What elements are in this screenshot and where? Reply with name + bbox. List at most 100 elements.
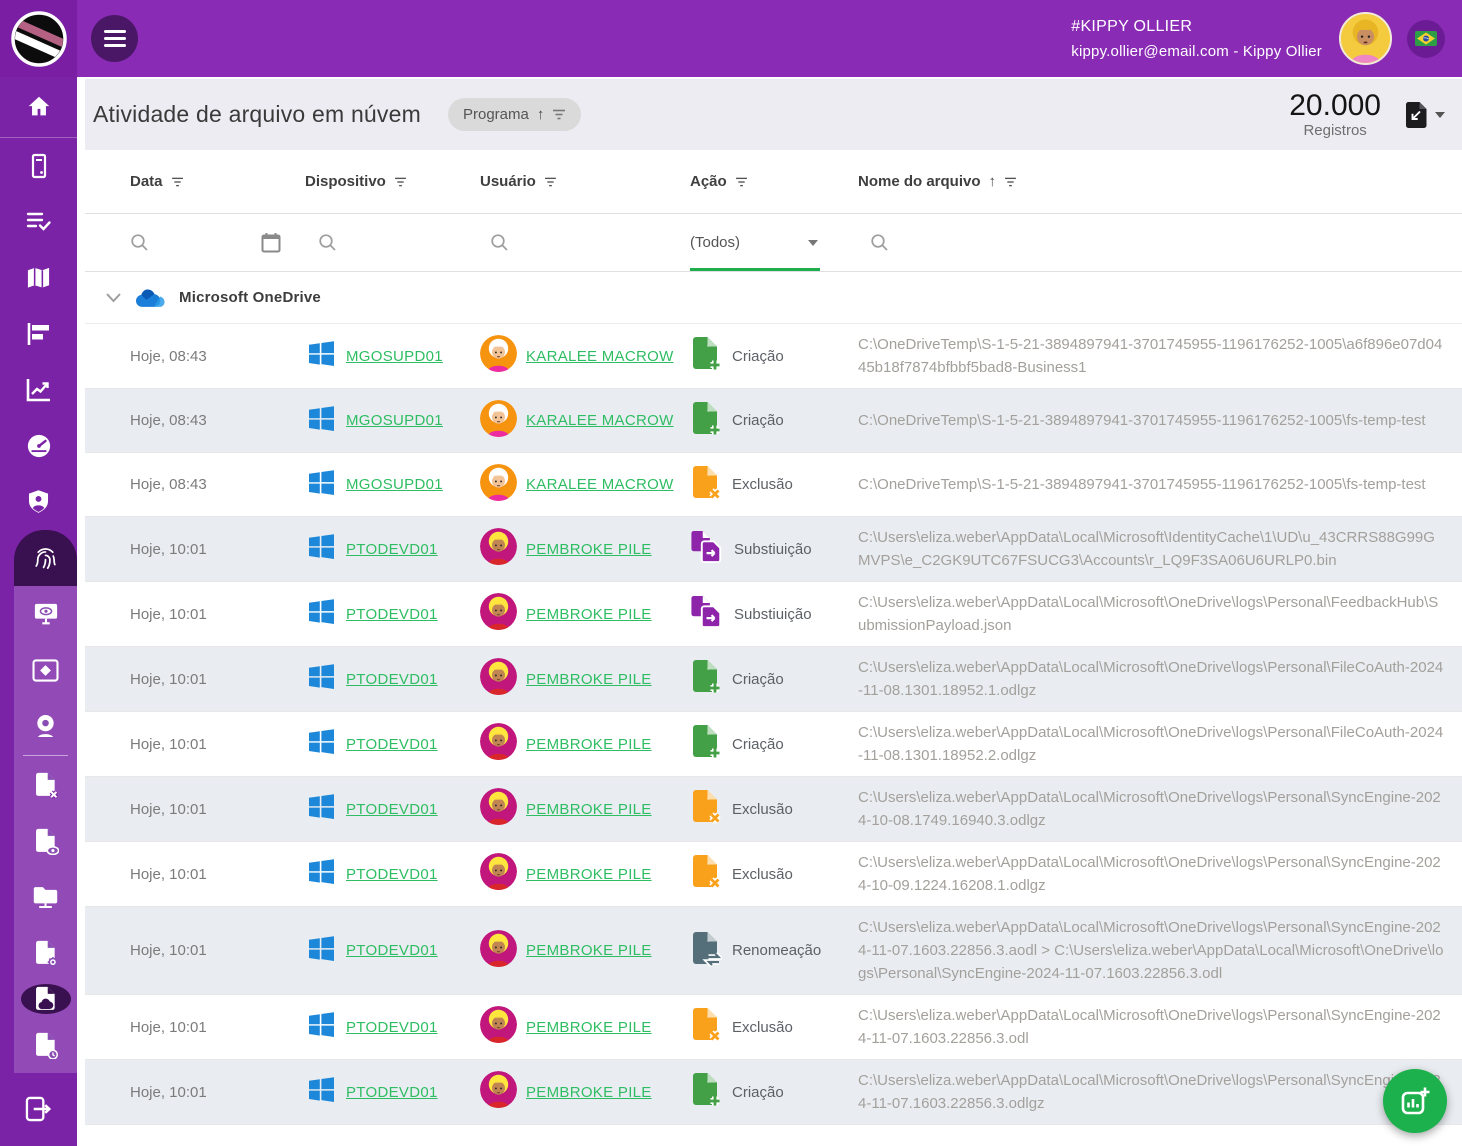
sidebar-item-map[interactable] xyxy=(0,250,77,306)
sidebar-item-network-folder[interactable] xyxy=(14,869,77,925)
device-link[interactable]: PTODEVD01 xyxy=(346,671,438,688)
device-link[interactable]: PTODEVD01 xyxy=(346,736,438,753)
table-row[interactable]: Hoje, 10:01 PTODEVD01 PEMBROKE PILE Cria… xyxy=(85,647,1462,712)
row-file-path: C:\Users\eliza.weber\AppData\Local\Micro… xyxy=(858,582,1462,646)
row-file-path: C:\Users\eliza.weber\AppData\Local\Micro… xyxy=(858,842,1462,906)
sidebar-item-screenshots[interactable] xyxy=(14,642,77,698)
device-link[interactable]: MGOSUPD01 xyxy=(346,412,443,429)
device-link[interactable]: PTODEVD01 xyxy=(346,606,438,623)
row-action: Renomeação xyxy=(690,931,858,971)
group-row-onedrive[interactable]: Microsoft OneDrive xyxy=(85,272,1462,324)
column-header-acao[interactable]: Ação xyxy=(690,173,858,190)
device-link[interactable]: MGOSUPD01 xyxy=(346,476,443,493)
user-link[interactable]: PEMBROKE PILE xyxy=(526,736,652,753)
program-sort-chip[interactable]: Programa ↑ xyxy=(448,98,581,131)
row-date: Hoje, 10:01 xyxy=(85,866,305,883)
user-link[interactable]: KARALEE MACROW xyxy=(526,476,674,493)
file-clock-icon xyxy=(33,1032,59,1059)
sidebar-item-logout[interactable] xyxy=(0,1081,77,1137)
sidebar-item-file-settings[interactable] xyxy=(14,925,77,981)
sidebar-item-shield[interactable] xyxy=(0,474,77,530)
user-link[interactable]: PEMBROKE PILE xyxy=(526,541,652,558)
screenshot-icon xyxy=(32,659,59,682)
user-link[interactable]: PEMBROKE PILE xyxy=(526,801,652,818)
table-row[interactable]: Hoje, 10:01 PTODEVD01 PEMBROKE PILE Subs… xyxy=(85,582,1462,647)
sidebar-item-home[interactable] xyxy=(0,77,77,138)
user-link[interactable]: PEMBROKE PILE xyxy=(526,671,652,688)
user-link[interactable]: KARALEE MACROW xyxy=(526,412,674,429)
table-row[interactable]: Hoje, 10:01 PTODEVD01 PEMBROKE PILE Excl… xyxy=(85,842,1462,907)
filter-icon[interactable] xyxy=(544,177,557,187)
action-icon xyxy=(690,401,722,441)
device-link[interactable]: PTODEVD01 xyxy=(346,1084,438,1101)
chevron-down-icon[interactable] xyxy=(105,292,122,303)
action-label: Exclusão xyxy=(732,801,793,818)
table-row[interactable]: Hoje, 10:01 PTODEVD01 PEMBROKE PILE Cria… xyxy=(85,712,1462,777)
sidebar-item-dashboard[interactable] xyxy=(0,418,77,474)
device-link[interactable]: PTODEVD01 xyxy=(346,866,438,883)
row-device: PTODEVD01 xyxy=(305,598,480,630)
sidebar-item-line-chart[interactable] xyxy=(0,362,77,418)
table-row[interactable]: Hoje, 10:01 PTODEVD01 PEMBROKE PILE Reno… xyxy=(85,907,1462,995)
filter-icon[interactable] xyxy=(171,177,184,187)
sidebar-item-webcam[interactable] xyxy=(14,698,77,754)
row-file-path: C:\Users\eliza.weber\AppData\Local\Micro… xyxy=(858,647,1462,711)
column-header-nome-do-arquivo[interactable]: Nome do arquivo ↑ xyxy=(858,173,1462,190)
column-header-data[interactable]: Data xyxy=(85,173,305,190)
sidebar-item-cloud-files-active[interactable] xyxy=(21,984,71,1014)
device-link[interactable]: PTODEVD01 xyxy=(346,1019,438,1036)
table-row[interactable]: Hoje, 08:43 MGOSUPD01 KARALEE MACROW Exc… xyxy=(85,453,1462,517)
app-logo[interactable] xyxy=(0,0,77,77)
sidebar-item-screen-monitor[interactable] xyxy=(14,586,77,642)
user-link[interactable]: PEMBROKE PILE xyxy=(526,606,652,623)
sidebar-item-devices[interactable] xyxy=(0,138,77,194)
table-row[interactable]: Hoje, 10:01 PTODEVD01 PEMBROKE PILE Subs… xyxy=(85,517,1462,582)
user-avatar-small xyxy=(480,528,517,570)
action-label: Criação xyxy=(732,1084,784,1101)
table-row[interactable]: Hoje, 08:43 MGOSUPD01 KARALEE MACROW Cri… xyxy=(85,389,1462,453)
sidebar-item-fingerprint[interactable] xyxy=(14,530,77,586)
action-label: Criação xyxy=(732,736,784,753)
filter-icon[interactable] xyxy=(735,177,748,187)
column-header-dispositivo[interactable]: Dispositivo xyxy=(305,173,480,190)
action-filter-select[interactable]: (Todos) xyxy=(690,234,818,251)
records-value: 20.000 xyxy=(1289,90,1381,122)
user-link[interactable]: PEMBROKE PILE xyxy=(526,1084,652,1101)
menu-button[interactable] xyxy=(91,15,138,62)
search-icon[interactable] xyxy=(130,233,149,252)
user-avatar-small xyxy=(480,853,517,895)
map-icon xyxy=(26,266,51,290)
sidebar-item-file-more[interactable] xyxy=(14,1017,77,1073)
user-link[interactable]: PEMBROKE PILE xyxy=(526,866,652,883)
user-avatar[interactable] xyxy=(1339,12,1392,65)
device-link[interactable]: PTODEVD01 xyxy=(346,801,438,818)
table-row[interactable]: Hoje, 10:01 PTODEVD01 PEMBROKE PILE Excl… xyxy=(85,995,1462,1060)
device-link[interactable]: MGOSUPD01 xyxy=(346,348,443,365)
language-flag-button[interactable] xyxy=(1407,20,1445,58)
sidebar-item-file-delete[interactable] xyxy=(14,757,77,813)
table-row[interactable]: Hoje, 08:43 MGOSUPD01 KARALEE MACROW Cri… xyxy=(85,324,1462,389)
search-icon[interactable] xyxy=(318,233,337,252)
filter-icon[interactable] xyxy=(394,177,407,187)
user-avatar-small xyxy=(480,788,517,830)
export-button[interactable] xyxy=(1405,101,1445,129)
filter-icon xyxy=(552,109,566,120)
sidebar-item-file-watch[interactable] xyxy=(14,813,77,869)
device-link[interactable]: PTODEVD01 xyxy=(346,541,438,558)
filter-icon[interactable] xyxy=(1004,177,1017,187)
device-link[interactable]: PTODEVD01 xyxy=(346,942,438,959)
search-icon[interactable] xyxy=(490,233,509,252)
row-device: PTODEVD01 xyxy=(305,533,480,565)
sidebar-item-bar-chart[interactable] xyxy=(0,306,77,362)
column-header-usuario[interactable]: Usuário xyxy=(480,173,690,190)
user-link[interactable]: PEMBROKE PILE xyxy=(526,1019,652,1036)
table-row[interactable]: Hoje, 10:01 PTODEVD01 PEMBROKE PILE Cria… xyxy=(85,1060,1462,1125)
calendar-icon[interactable] xyxy=(261,232,281,253)
search-icon[interactable] xyxy=(870,233,889,252)
sidebar-item-tasks[interactable] xyxy=(0,194,77,250)
add-report-fab[interactable] xyxy=(1383,1069,1447,1133)
table-row[interactable]: Hoje, 10:01 PTODEVD01 PEMBROKE PILE Excl… xyxy=(85,777,1462,842)
user-link[interactable]: KARALEE MACROW xyxy=(526,348,674,365)
user-link[interactable]: PEMBROKE PILE xyxy=(526,942,652,959)
row-action: Criação xyxy=(690,724,858,764)
